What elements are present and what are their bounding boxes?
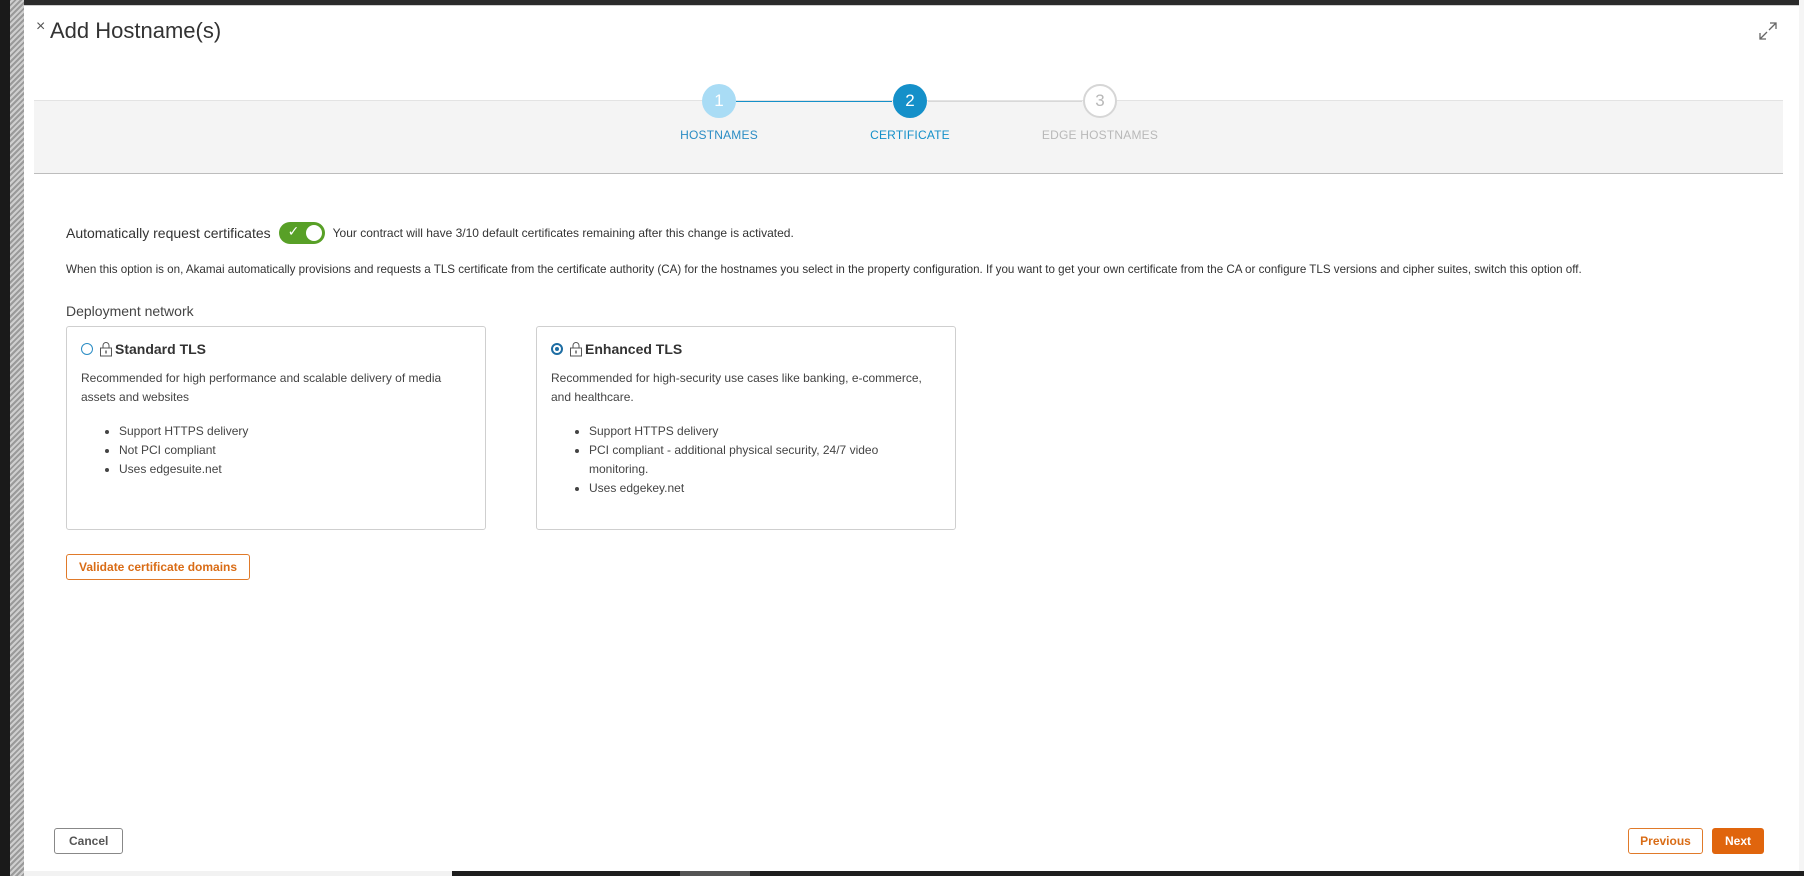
next-button[interactable]: Next xyxy=(1712,828,1764,854)
enhanced-tls-radio[interactable] xyxy=(551,343,563,355)
step-number: 3 xyxy=(1083,84,1117,118)
card-feature-list: Support HTTPS delivery PCI compliant - a… xyxy=(551,422,909,498)
list-item: Support HTTPS delivery xyxy=(589,422,909,441)
expand-icon[interactable] xyxy=(1757,20,1779,42)
background-segment xyxy=(24,871,452,876)
deployment-network-label: Deployment network xyxy=(66,303,194,319)
card-feature-list: Support HTTPS delivery Not PCI compliant… xyxy=(81,422,439,479)
list-item: Uses edgekey.net xyxy=(589,479,909,498)
card-title: Standard TLS xyxy=(115,341,207,357)
step-label: HOSTNAMES xyxy=(680,128,758,142)
lock-icon xyxy=(100,342,112,357)
modal-title: Add Hostname(s) xyxy=(50,18,222,43)
auto-request-row: Automatically request certificates ✓ You… xyxy=(66,222,794,244)
background-window-edge xyxy=(0,0,24,876)
background-window-edge-right xyxy=(1799,0,1804,876)
list-item: Uses edgesuite.net xyxy=(119,460,439,479)
auto-request-explanation: When this option is on, Akamai automatic… xyxy=(66,263,1582,276)
step-edge-hostnames: 3 EDGE HOSTNAMES xyxy=(1040,84,1160,142)
list-item: Support HTTPS delivery xyxy=(119,422,439,441)
previous-button[interactable]: Previous xyxy=(1628,828,1703,854)
check-icon: ✓ xyxy=(287,223,300,239)
step-number: 1 xyxy=(702,84,736,118)
list-item: Not PCI compliant xyxy=(119,441,439,460)
card-title: Enhanced TLS xyxy=(585,341,683,357)
enhanced-tls-card[interactable]: Enhanced TLS Recommended for high-securi… xyxy=(536,326,956,530)
list-item: PCI compliant - additional physical secu… xyxy=(589,441,909,479)
standard-tls-radio[interactable] xyxy=(81,343,93,355)
contract-note: Your contract will have 3/10 default cer… xyxy=(332,226,794,240)
background-segment xyxy=(680,871,750,876)
lock-icon xyxy=(570,342,582,357)
step-label: EDGE HOSTNAMES xyxy=(1041,128,1159,142)
add-hostnames-modal: × Add Hostname(s) 1 HOSTNAMES 2 CERTIFIC… xyxy=(24,5,1799,872)
step-label: CERTIFICATE xyxy=(870,128,950,142)
cancel-button[interactable]: Cancel xyxy=(54,828,124,854)
standard-tls-card[interactable]: Standard TLS Recommended for high perfor… xyxy=(66,326,486,530)
step-number: 2 xyxy=(893,84,927,118)
card-description: Recommended for high-security use cases … xyxy=(551,371,922,404)
toggle-knob xyxy=(305,225,322,241)
step-hostnames[interactable]: 1 HOSTNAMES xyxy=(659,84,779,142)
close-icon[interactable]: × xyxy=(36,18,45,36)
auto-request-label: Automatically request certificates xyxy=(66,225,271,241)
auto-request-toggle[interactable]: ✓ xyxy=(278,222,325,244)
card-description: Recommended for high performance and sca… xyxy=(81,371,442,404)
validate-certificate-domains-button[interactable]: Validate certificate domains xyxy=(66,554,251,580)
step-certificate[interactable]: 2 CERTIFICATE xyxy=(850,84,970,142)
background-taskbar xyxy=(24,871,1804,876)
